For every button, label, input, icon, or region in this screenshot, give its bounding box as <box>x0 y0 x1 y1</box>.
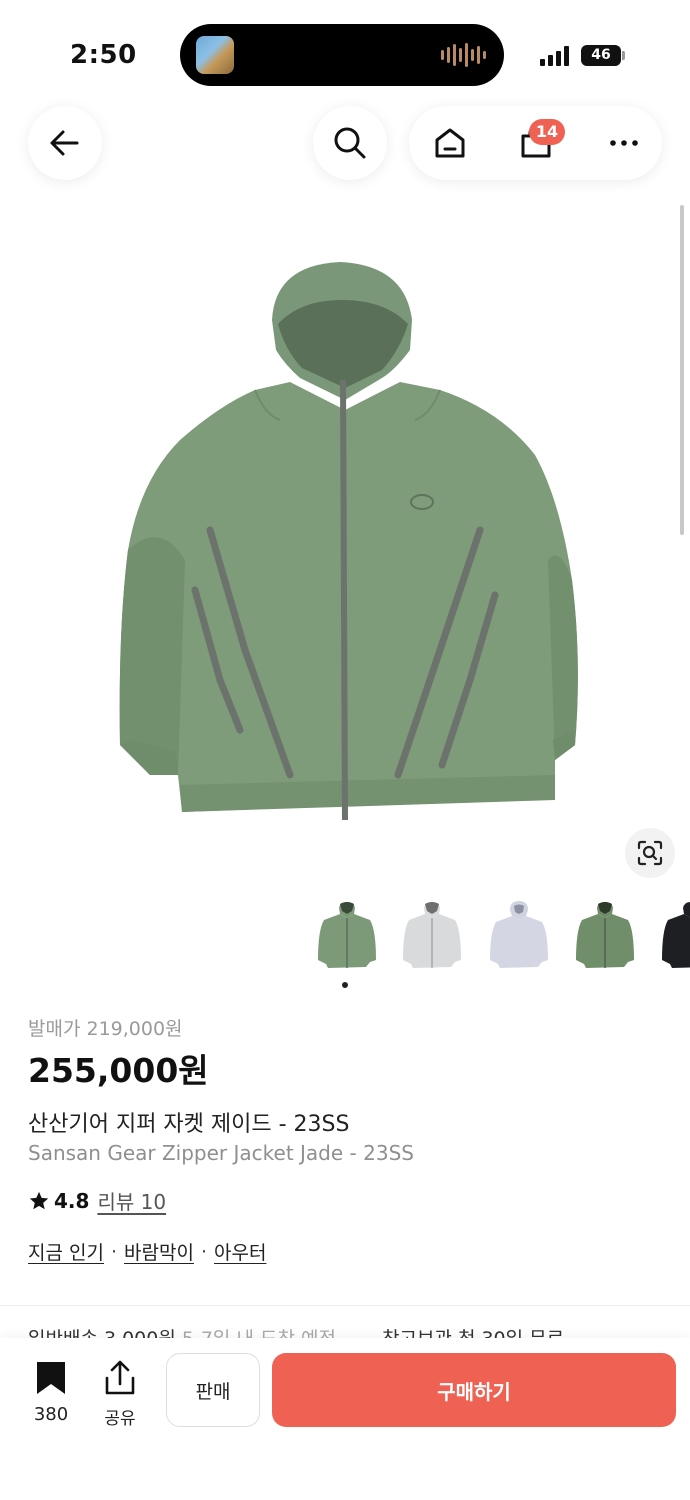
sell-button[interactable]: 판매 <box>166 1353 260 1427</box>
search-icon <box>334 127 366 159</box>
more-horizontal-icon <box>610 140 638 146</box>
jacket-thumbnail-icon <box>318 902 376 968</box>
bookmark-icon <box>37 1362 65 1394</box>
jacket-thumbnail-icon <box>403 902 461 968</box>
dynamic-island[interactable] <box>180 24 504 86</box>
current-price: 255,000원 <box>28 1051 209 1090</box>
thumbnail-strip <box>314 898 690 974</box>
release-price: 발매가 219,000원 <box>28 1018 183 1040</box>
image-search-button[interactable] <box>625 828 675 878</box>
tag-popular-now[interactable]: 지금 인기 <box>28 1238 104 1265</box>
section-divider <box>0 1305 690 1306</box>
tag-list: 지금 인기 · 바람막이 · 아우터 <box>28 1238 266 1265</box>
jacket-thumbnail-icon <box>490 901 548 968</box>
cellular-signal-icon <box>540 46 569 66</box>
nav-action-group: 14 <box>409 106 662 180</box>
product-title-korean: 산산기어 지퍼 자켓 제이드 - 23SS <box>28 1112 350 1137</box>
carousel-indicator-dot <box>342 982 348 988</box>
bookmark-count: 380 <box>33 1404 69 1425</box>
jacket-thumbnail-icon <box>662 902 690 968</box>
product-title-english: Sansan Gear Zipper Jacket Jade - 23SS <box>28 1141 414 1165</box>
rating-score: 4.8 <box>54 1188 90 1213</box>
buy-button[interactable]: 구매하기 <box>272 1353 676 1427</box>
status-bar: 2:50 46 <box>0 0 690 100</box>
rating-row: 4.8 리뷰 10 <box>28 1186 166 1215</box>
tag-separator: · <box>110 1240 118 1263</box>
status-time: 2:50 <box>70 40 137 70</box>
star-icon <box>29 1191 49 1209</box>
battery-nub <box>622 51 625 60</box>
tag-windbreaker[interactable]: 바람막이 <box>124 1238 194 1265</box>
home-icon <box>435 128 465 158</box>
now-playing-artwork <box>196 36 234 74</box>
share-label: 공유 <box>104 1409 136 1429</box>
thumbnail-black-jacket[interactable] <box>658 898 690 974</box>
jacket-image <box>119 262 578 821</box>
back-button[interactable] <box>28 106 102 180</box>
audio-waveform-icon <box>441 42 486 68</box>
more-button[interactable] <box>587 106 661 180</box>
tag-outer[interactable]: 아우터 <box>214 1238 266 1265</box>
thumbnail-light-gray-jacket[interactable] <box>399 898 465 974</box>
tag-separator: · <box>200 1240 207 1263</box>
thumbnail-green-jacket[interactable] <box>314 898 380 974</box>
review-link[interactable]: 리뷰 10 <box>97 1186 166 1215</box>
thumbnail-lavender-gray-jacket[interactable] <box>486 898 552 974</box>
jacket-thumbnail-icon <box>576 902 634 968</box>
bookmark-button[interactable]: 380 <box>28 1360 74 1425</box>
image-search-icon <box>637 840 663 866</box>
product-main-image[interactable] <box>0 200 690 890</box>
search-button[interactable] <box>313 106 387 180</box>
bottom-action-bar: 380 공유 판매 구매하기 <box>0 1338 690 1500</box>
share-button[interactable]: 공유 <box>98 1360 142 1429</box>
battery-icon: 46 <box>581 45 621 66</box>
cart-count-badge: 14 <box>529 119 565 145</box>
share-icon <box>105 1360 135 1395</box>
home-button[interactable] <box>413 106 487 180</box>
arrow-left-icon <box>50 130 79 156</box>
thumbnail-green-jacket-alt[interactable] <box>572 898 638 974</box>
